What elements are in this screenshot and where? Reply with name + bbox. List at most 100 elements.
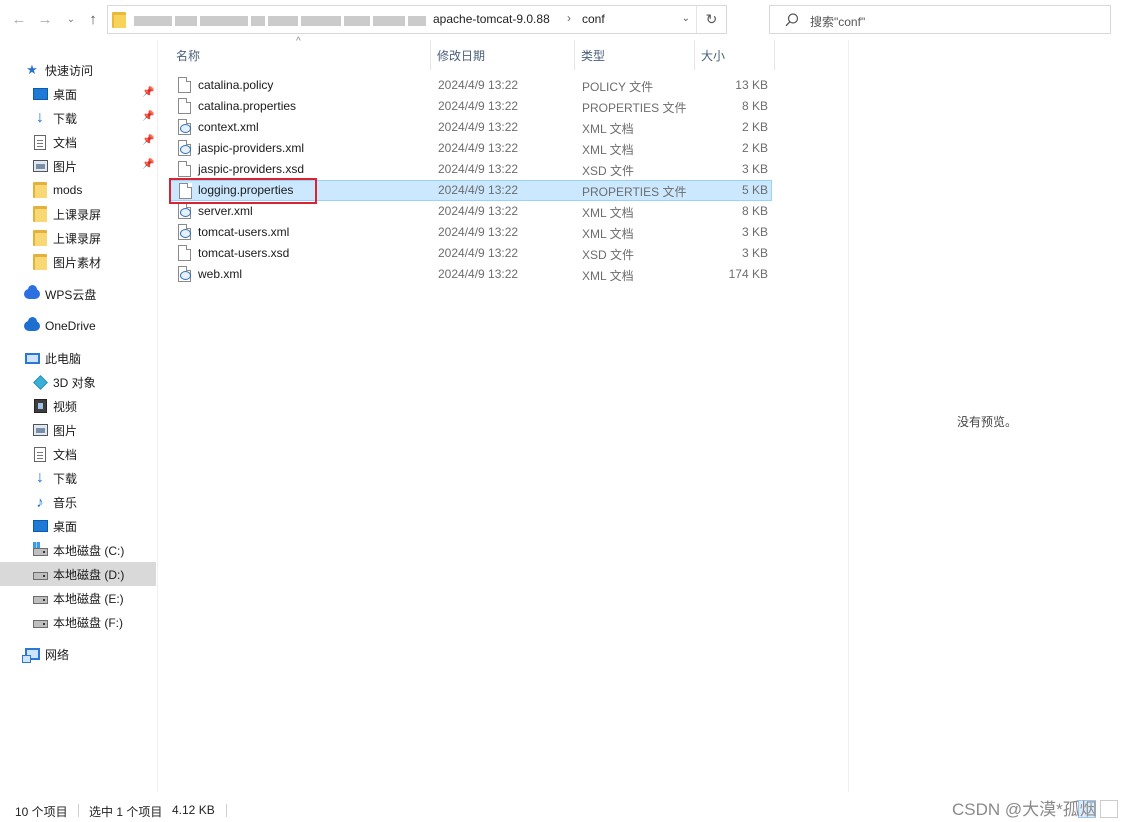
sidebar-item-downloads[interactable]: ↓ 下载 📌 xyxy=(0,107,156,129)
large-icons-view-icon[interactable] xyxy=(1100,800,1118,818)
sidebar-item-drive-e[interactable]: 本地磁盘 (E:) xyxy=(0,587,156,609)
sidebar-item-drive-c[interactable]: 本地磁盘 (C:) xyxy=(0,539,156,561)
address-dropdown-chevron-icon[interactable]: ⌄ xyxy=(682,13,690,24)
sidebar-item-quick-access[interactable]: ★ 快速访问 xyxy=(0,59,156,81)
up-arrow-icon[interactable]: ↑ xyxy=(82,8,104,30)
file-row-jaspic-providers-xml[interactable]: jaspic-providers.xml 2024/4/9 13:22 XML … xyxy=(170,138,772,159)
desktop-icon xyxy=(32,518,48,534)
refresh-icon[interactable]: ↻ xyxy=(696,6,726,33)
file-row-catalina-properties[interactable]: catalina.properties 2024/4/9 13:22 PROPE… xyxy=(170,96,772,117)
sidebar-item-this-pc[interactable]: 此电脑 xyxy=(0,347,156,369)
status-divider xyxy=(226,804,227,817)
column-header-type[interactable]: 类型 xyxy=(575,40,695,70)
file-icon xyxy=(178,245,191,261)
status-divider xyxy=(78,804,79,817)
file-row-server-xml[interactable]: server.xml 2024/4/9 13:22 XML 文档 8 KB xyxy=(170,201,772,222)
music-icon: ♪ xyxy=(36,493,44,511)
sidebar-item-pc-downloads[interactable]: ↓ 下载 xyxy=(0,467,156,489)
search-box[interactable]: 搜索"conf" xyxy=(769,5,1111,34)
file-type: XSD 文件 xyxy=(582,248,635,262)
pin-icon[interactable]: 📌 xyxy=(142,111,154,122)
file-type: XML 文档 xyxy=(582,143,634,157)
xml-file-icon xyxy=(178,140,191,156)
pin-icon[interactable]: 📌 xyxy=(142,135,154,146)
sidebar-item-wps-cloud[interactable]: WPS云盘 xyxy=(0,283,156,305)
sidebar-item-label: 本地磁盘 (F:) xyxy=(53,615,123,630)
file-type: XML 文档 xyxy=(582,227,634,241)
xml-file-icon xyxy=(178,266,191,282)
file-size: 8 KB xyxy=(741,99,768,113)
xml-file-icon xyxy=(178,224,191,240)
sidebar-item-label: 3D 对象 xyxy=(53,375,96,390)
address-redacted-path xyxy=(134,13,426,28)
file-size: 3 KB xyxy=(741,162,768,176)
file-row-tomcat-users-xml[interactable]: tomcat-users.xml 2024/4/9 13:22 XML 文档 3… xyxy=(170,222,772,243)
sidebar-item-pc-desktop[interactable]: 桌面 xyxy=(0,515,156,537)
sidebar-item-music[interactable]: ♪ 音乐 xyxy=(0,491,156,513)
file-type: XML 文档 xyxy=(582,206,634,220)
file-row-web-xml[interactable]: web.xml 2024/4/9 13:22 XML 文档 174 KB xyxy=(170,264,772,285)
file-name: catalina.properties xyxy=(198,99,297,113)
file-type: XML 文档 xyxy=(582,269,634,283)
file-row-tomcat-users-xsd[interactable]: tomcat-users.xsd 2024/4/9 13:22 XSD 文件 3… xyxy=(170,243,772,264)
file-row-context-xml[interactable]: context.xml 2024/4/9 13:22 XML 文档 2 KB xyxy=(170,117,772,138)
sidebar-item-label: 桌面 xyxy=(53,87,78,102)
file-row-jaspic-providers-xsd[interactable]: jaspic-providers.xsd 2024/4/9 13:22 XSD … xyxy=(170,159,772,180)
sidebar-item-network[interactable]: 网络 xyxy=(0,643,156,665)
sidebar-item-image-assets[interactable]: 图片素材 xyxy=(0,251,156,273)
status-selection: 选中 1 个项目 xyxy=(89,805,163,819)
xml-file-icon xyxy=(178,119,191,135)
sidebar-item-pc-documents[interactable]: 文档 xyxy=(0,443,156,465)
forward-arrow-icon[interactable]: → xyxy=(34,8,56,30)
file-name: jaspic-providers.xsd xyxy=(198,162,305,176)
status-selection-size: 4.12 KB xyxy=(172,803,215,817)
pictures-icon xyxy=(32,158,48,174)
breadcrumb-tomcat[interactable]: apache-tomcat-9.0.88 xyxy=(433,12,550,26)
sidebar-item-pc-pictures[interactable]: 图片 xyxy=(0,419,156,441)
pin-icon[interactable]: 📌 xyxy=(142,87,154,98)
sidebar-item-class-recording-2[interactable]: 上课录屏 xyxy=(0,227,156,249)
file-type: PROPERTIES 文件 xyxy=(582,185,687,199)
file-size: 13 KB xyxy=(735,78,768,92)
back-arrow-icon[interactable]: ← xyxy=(8,8,30,30)
folder-icon xyxy=(112,12,126,28)
address-bar[interactable]: apache-tomcat-9.0.88 › conf ⌄ ↻ xyxy=(107,5,727,34)
file-type: POLICY 文件 xyxy=(582,80,654,94)
file-name: catalina.policy xyxy=(198,78,274,92)
file-icon xyxy=(178,98,191,114)
sidebar-item-class-recording-1[interactable]: 上课录屏 xyxy=(0,203,156,225)
sidebar-item-drive-d[interactable]: 本地磁盘 (D:) xyxy=(0,562,156,586)
column-header-name[interactable]: 名称 xyxy=(170,40,431,70)
sidebar-item-pictures[interactable]: 图片 📌 xyxy=(0,155,156,177)
sidebar-item-drive-f[interactable]: 本地磁盘 (F:) xyxy=(0,611,156,633)
column-header-date[interactable]: 修改日期 xyxy=(431,40,575,70)
sidebar-item-mods[interactable]: mods xyxy=(0,179,156,201)
file-row-catalina-policy[interactable]: catalina.policy 2024/4/9 13:22 POLICY 文件… xyxy=(170,75,772,96)
this-pc-icon xyxy=(24,350,40,366)
drive-icon xyxy=(32,590,48,606)
file-type: XSD 文件 xyxy=(582,164,635,178)
sidebar-item-label: 下载 xyxy=(53,471,78,486)
file-date: 2024/4/9 13:22 xyxy=(438,78,519,92)
column-header-size[interactable]: 大小 xyxy=(695,40,775,70)
star-icon: ★ xyxy=(26,62,38,77)
pictures-icon xyxy=(32,422,48,438)
document-icon xyxy=(32,446,48,462)
sidebar-item-onedrive[interactable]: OneDrive xyxy=(0,315,156,337)
sidebar-item-3d-objects[interactable]: 3D 对象 xyxy=(0,371,156,393)
watermark: CSDN @大漠*孤烟 xyxy=(952,800,1097,819)
sidebar-item-label: 本地磁盘 (E:) xyxy=(53,591,124,606)
sidebar-item-documents[interactable]: 文档 📌 xyxy=(0,131,156,153)
file-icon xyxy=(178,161,191,177)
folder-icon xyxy=(32,182,48,198)
sidebar-item-label: 上课录屏 xyxy=(53,207,102,222)
sidebar-item-videos[interactable]: 视频 xyxy=(0,395,156,417)
sidebar-item-desktop[interactable]: 桌面 📌 xyxy=(0,83,156,105)
breadcrumb-conf[interactable]: conf xyxy=(582,12,605,26)
file-date: 2024/4/9 13:22 xyxy=(438,225,519,239)
file-type: PROPERTIES 文件 xyxy=(582,101,687,115)
breadcrumb-chevron-icon[interactable]: › xyxy=(567,11,571,25)
pin-icon[interactable]: 📌 xyxy=(142,159,154,170)
recent-locations-chevron-icon[interactable]: ⌄ xyxy=(60,8,82,30)
file-list: ^ 名称 修改日期 类型 大小 catalina.policy 2024/4/9… xyxy=(158,36,848,792)
